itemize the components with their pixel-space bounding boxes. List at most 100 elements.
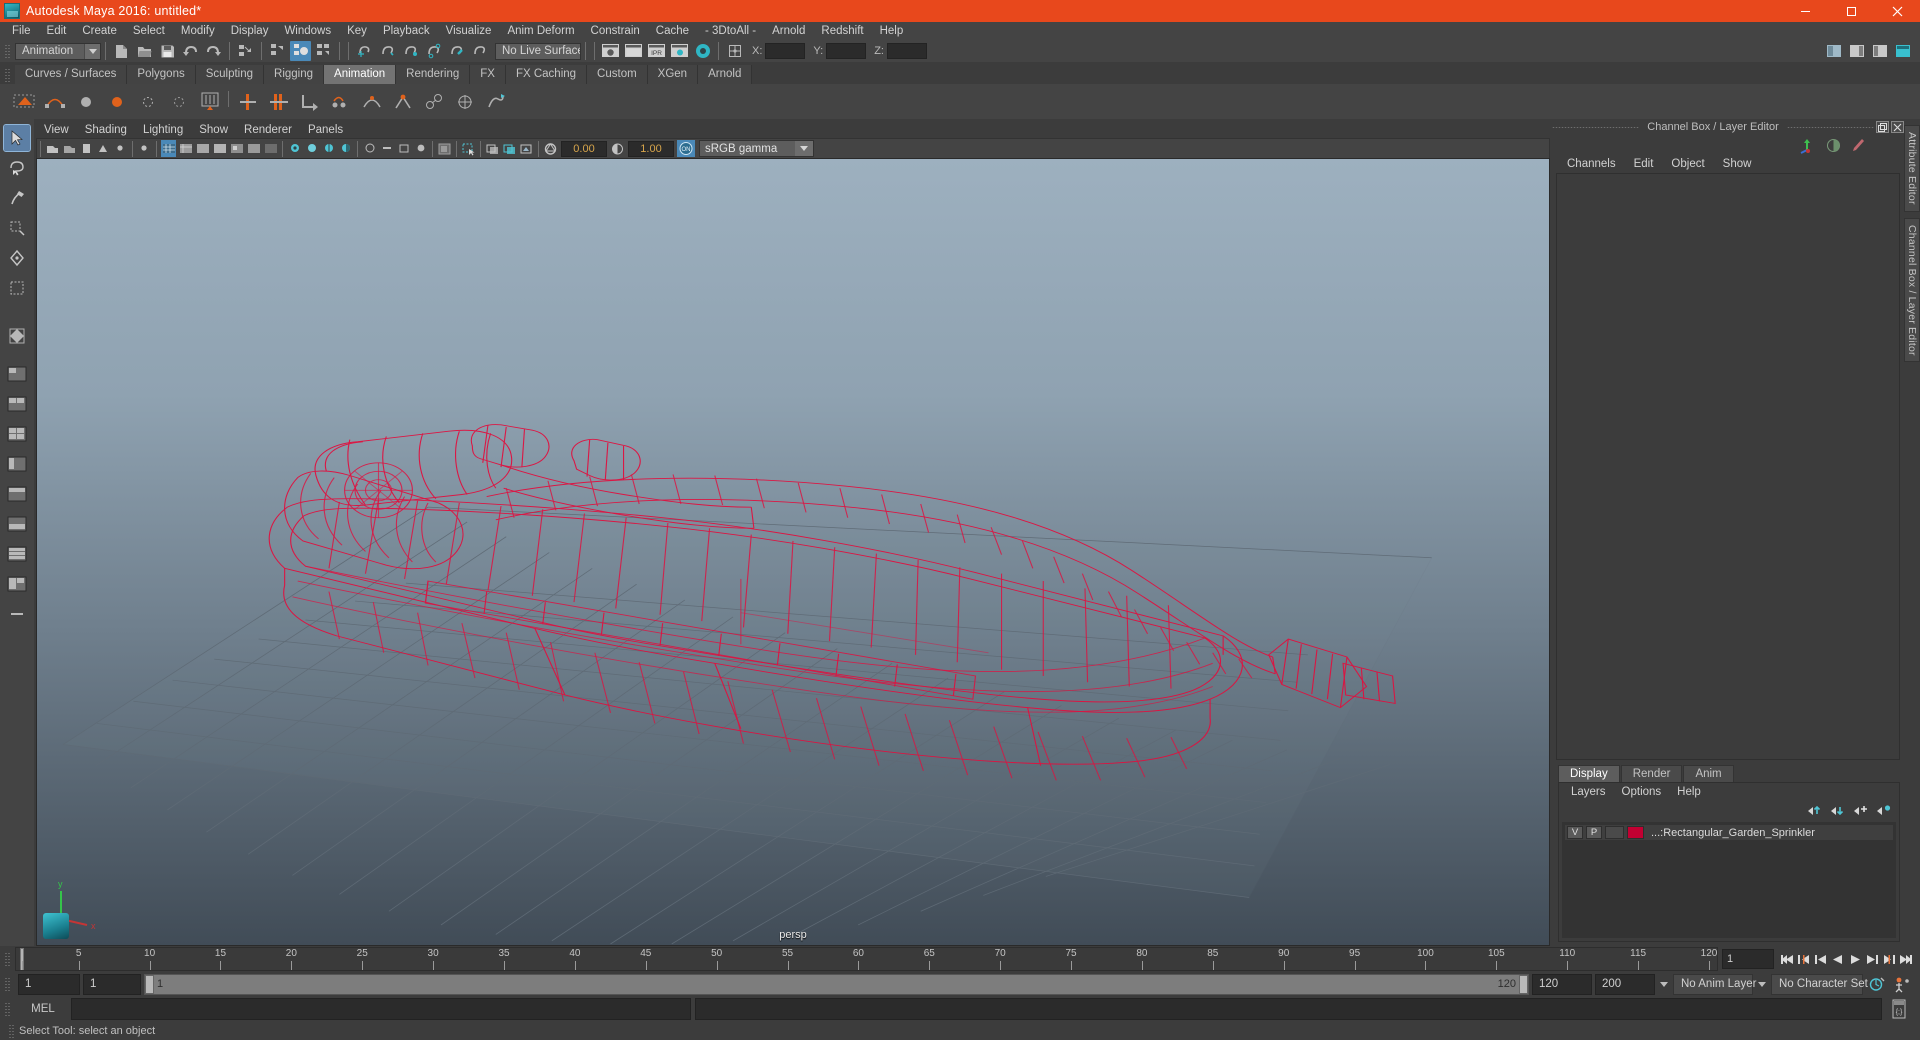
snap-to-point-icon[interactable] xyxy=(400,41,421,61)
menu-3dtoall[interactable]: - 3DtoAll - xyxy=(697,22,764,40)
color-management-toggle[interactable]: ON xyxy=(677,140,695,157)
gamma-field[interactable]: 1.00 xyxy=(628,140,674,157)
chevron-down-icon[interactable] xyxy=(1756,974,1768,995)
time-slider[interactable]: 5 10 15 20 25 30 35 40 45 50 55 60 65 70 75 80 85 90 95 100… xyxy=(15,947,1718,971)
script-editor-icon[interactable]: {;} xyxy=(1886,997,1912,1021)
camera-attributes-icon[interactable] xyxy=(62,140,77,157)
layer-visibility-toggle[interactable]: V xyxy=(1567,826,1583,839)
layout-four-pane-icon[interactable] xyxy=(4,421,30,447)
maximize-button[interactable] xyxy=(1828,0,1874,22)
screen-space-ao-icon[interactable] xyxy=(362,140,377,157)
graph-editor-icon[interactable] xyxy=(196,88,223,115)
timeline-grip[interactable] xyxy=(3,950,12,968)
menu-anim-deform[interactable]: Anim Deform xyxy=(499,22,582,40)
redo-icon[interactable] xyxy=(203,41,224,61)
shelf-tab-arnold[interactable]: Arnold xyxy=(698,65,753,84)
layer-list[interactable]: V P ...:Rectangular_Garden_Sprinkler xyxy=(1562,822,1896,938)
ipr-render-icon[interactable]: IPR xyxy=(646,41,667,61)
channel-menu-show[interactable]: Show xyxy=(1714,158,1761,170)
menu-edit[interactable]: Edit xyxy=(39,22,75,40)
lighting-all-lights-icon[interactable] xyxy=(304,140,319,157)
command-grip[interactable] xyxy=(3,1000,12,1018)
toolbar-grip[interactable] xyxy=(3,42,12,60)
menu-help[interactable]: Help xyxy=(872,22,912,40)
menu-redshift[interactable]: Redshift xyxy=(813,22,871,40)
move-manipulator-icon[interactable] xyxy=(1799,137,1816,154)
shade-wireframe-icon[interactable] xyxy=(212,140,227,157)
channel-menu-edit[interactable]: Edit xyxy=(1625,158,1663,170)
move-layer-up-icon[interactable] xyxy=(1807,804,1822,817)
animation-end-field[interactable]: 200 xyxy=(1595,973,1655,995)
make-live-icon[interactable] xyxy=(469,41,490,61)
layout-single-pane-icon[interactable] xyxy=(4,361,30,387)
snap-to-curve-icon[interactable] xyxy=(377,41,398,61)
layer-shading-toggle[interactable] xyxy=(1605,826,1624,839)
menu-select[interactable]: Select xyxy=(125,22,173,40)
depth-of-field-icon[interactable] xyxy=(413,140,428,157)
shelf-grip[interactable] xyxy=(3,66,12,84)
coord-z-field[interactable] xyxy=(886,43,927,59)
close-panel-icon[interactable] xyxy=(1891,121,1904,133)
color-profile-selector[interactable]: sRGB gamma xyxy=(699,140,814,157)
lighting-default-icon[interactable] xyxy=(287,140,302,157)
set-key-scale-icon[interactable] xyxy=(134,88,161,115)
layer-row[interactable]: V P ...:Rectangular_Garden_Sprinkler xyxy=(1565,825,1893,840)
viewport-menu-shading[interactable]: Shading xyxy=(77,124,135,136)
snap-to-projected-center-icon[interactable] xyxy=(423,41,444,61)
image-plane-icon[interactable] xyxy=(96,140,111,157)
step-forward-keyframe-icon[interactable] xyxy=(1880,949,1897,969)
xray-mode-icon[interactable] xyxy=(263,140,278,157)
minimize-button[interactable] xyxy=(1782,0,1828,22)
show-manipulator-icon[interactable] xyxy=(724,41,745,61)
motion-trail-icon[interactable] xyxy=(358,88,385,115)
toolbox-expand-icon[interactable] xyxy=(4,601,30,627)
step-back-frame-icon[interactable] xyxy=(1812,949,1829,969)
last-tool-used-icon[interactable] xyxy=(4,323,30,349)
shade-all-icon[interactable] xyxy=(195,140,210,157)
grid-toggle-icon[interactable] xyxy=(137,140,152,157)
toggle-channel-box-icon[interactable] xyxy=(1892,41,1913,61)
viewport-menu-panels[interactable]: Panels xyxy=(300,124,351,136)
shadows-icon[interactable] xyxy=(338,140,353,157)
coord-y-field[interactable] xyxy=(826,43,867,59)
layer-playback-toggle[interactable]: P xyxy=(1586,826,1602,839)
scale-tool-icon[interactable] xyxy=(4,275,30,301)
set-key-visibility-icon[interactable] xyxy=(165,88,192,115)
lasso-tool-icon[interactable] xyxy=(4,155,30,181)
shelf-tab-polygons[interactable]: Polygons xyxy=(127,65,196,84)
menu-windows[interactable]: Windows xyxy=(276,22,339,40)
playback-start-field[interactable]: 1 xyxy=(83,973,141,995)
menu-constrain[interactable]: Constrain xyxy=(583,22,648,40)
xray-joints-icon[interactable] xyxy=(485,140,500,157)
close-button[interactable] xyxy=(1874,0,1920,22)
channel-menu-object[interactable]: Object xyxy=(1662,158,1713,170)
channel-box-content[interactable] xyxy=(1556,173,1900,760)
character-set-selector[interactable]: No Character Set xyxy=(1771,973,1868,995)
shelf-tab-xgen[interactable]: XGen xyxy=(647,65,699,84)
coord-x-field[interactable] xyxy=(765,43,806,59)
shelf-tab-custom[interactable]: Custom xyxy=(587,65,648,84)
layer-color-swatch[interactable] xyxy=(1627,826,1644,839)
toggle-attribute-editor-icon[interactable] xyxy=(1846,41,1867,61)
motion-blur-icon[interactable] xyxy=(379,140,394,157)
snap-to-grid-icon[interactable] xyxy=(354,41,375,61)
exposure-field[interactable]: 0.00 xyxy=(561,140,607,157)
layer-tab-display[interactable]: Display xyxy=(1558,765,1620,782)
channel-menu-channels[interactable]: Channels xyxy=(1558,158,1625,170)
toggle-tool-settings-icon[interactable] xyxy=(1869,41,1890,61)
menu-display[interactable]: Display xyxy=(223,22,277,40)
command-output-field[interactable] xyxy=(695,998,1882,1020)
playblast-icon[interactable] xyxy=(234,88,261,115)
viewport-snapshot-icon[interactable] xyxy=(519,140,534,157)
auto-keyframe-toggle-icon[interactable] xyxy=(1891,974,1913,994)
shelf-tab-fx-caching[interactable]: FX Caching xyxy=(505,65,588,84)
viewport-menu-lighting[interactable]: Lighting xyxy=(135,124,191,136)
retime-tool-icon[interactable] xyxy=(296,88,323,115)
side-tab-attribute-editor[interactable]: Attribute Editor xyxy=(1904,125,1920,212)
layout-two-pane-icon[interactable] xyxy=(4,391,30,417)
select-camera-icon[interactable] xyxy=(45,140,60,157)
play-forwards-icon[interactable] xyxy=(1846,949,1863,969)
range-grip[interactable] xyxy=(3,975,12,993)
range-end-handle[interactable] xyxy=(1519,974,1528,994)
chevron-down-icon[interactable] xyxy=(1658,974,1670,995)
